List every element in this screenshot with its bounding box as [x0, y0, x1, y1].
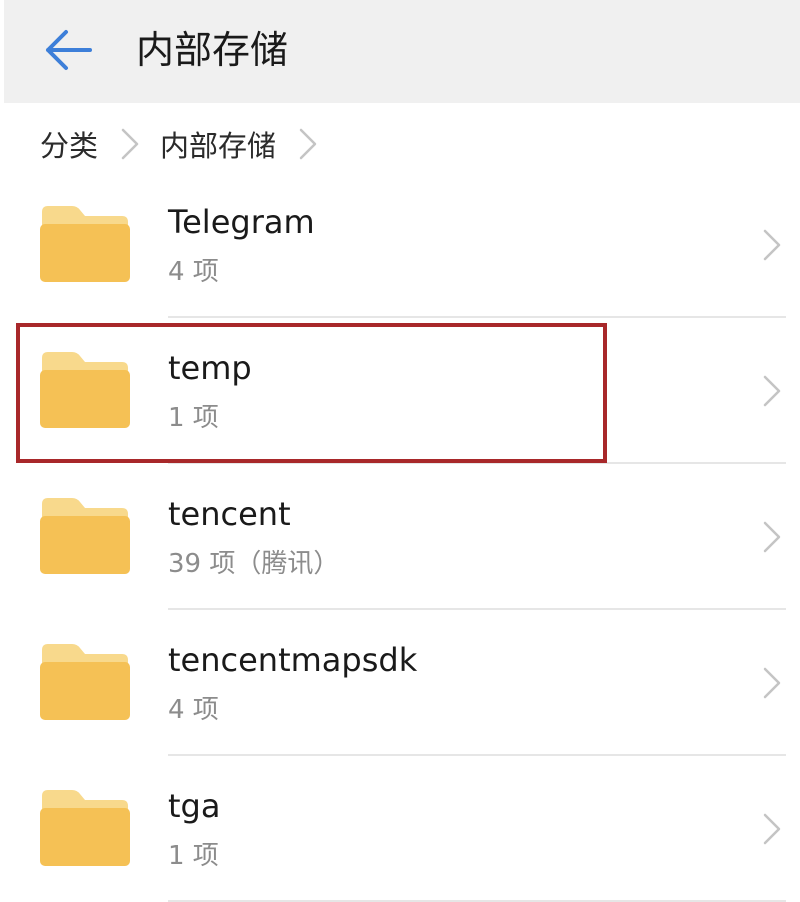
- folder-icon: [40, 352, 130, 428]
- folder-row-telegram[interactable]: Telegram 4 项: [0, 172, 800, 318]
- folder-icon: [40, 498, 130, 574]
- arrow-left-icon: [46, 30, 92, 70]
- folder-icon: [40, 206, 130, 282]
- chevron-right-icon: [763, 667, 781, 699]
- folder-item-count: 39 项（腾讯）: [168, 549, 340, 579]
- folder-row-tga[interactable]: tga 1 项: [0, 756, 800, 902]
- folder-row-tencent[interactable]: tencent 39 项（腾讯）: [0, 464, 800, 610]
- back-button[interactable]: [40, 26, 96, 74]
- folder-item-count: 4 项: [168, 257, 219, 287]
- folder-name: tencent: [168, 495, 291, 533]
- breadcrumb-item-internal-storage[interactable]: 内部存储: [160, 123, 276, 165]
- app-header: 内部存储: [4, 0, 800, 103]
- chevron-right-icon: [763, 375, 781, 407]
- folder-icon: [40, 790, 130, 866]
- folder-row-temp[interactable]: temp 1 项: [0, 318, 800, 464]
- folder-item-count: 1 项: [168, 403, 219, 433]
- folder-row-tencentmapsdk[interactable]: tencentmapsdk 4 项: [0, 610, 800, 756]
- folder-icon: [40, 644, 130, 720]
- file-list: Telegram 4 项 temp 1 项 tencent 39 项（腾讯） t…: [0, 172, 800, 902]
- chevron-right-icon: [763, 229, 781, 261]
- folder-name: tencentmapsdk: [168, 641, 418, 679]
- folder-name: tga: [168, 787, 221, 825]
- breadcrumb: 分类 内部存储: [40, 122, 338, 166]
- page-title: 内部存储: [136, 28, 289, 72]
- chevron-right-icon: [763, 813, 781, 845]
- chevron-right-icon: [299, 128, 317, 160]
- folder-name: Telegram: [168, 203, 315, 241]
- folder-name: temp: [168, 349, 252, 387]
- chevron-right-icon: [121, 128, 139, 160]
- breadcrumb-item-category[interactable]: 分类: [40, 123, 98, 165]
- folder-item-count: 4 项: [168, 695, 219, 725]
- folder-item-count: 1 项: [168, 841, 219, 871]
- chevron-right-icon: [763, 521, 781, 553]
